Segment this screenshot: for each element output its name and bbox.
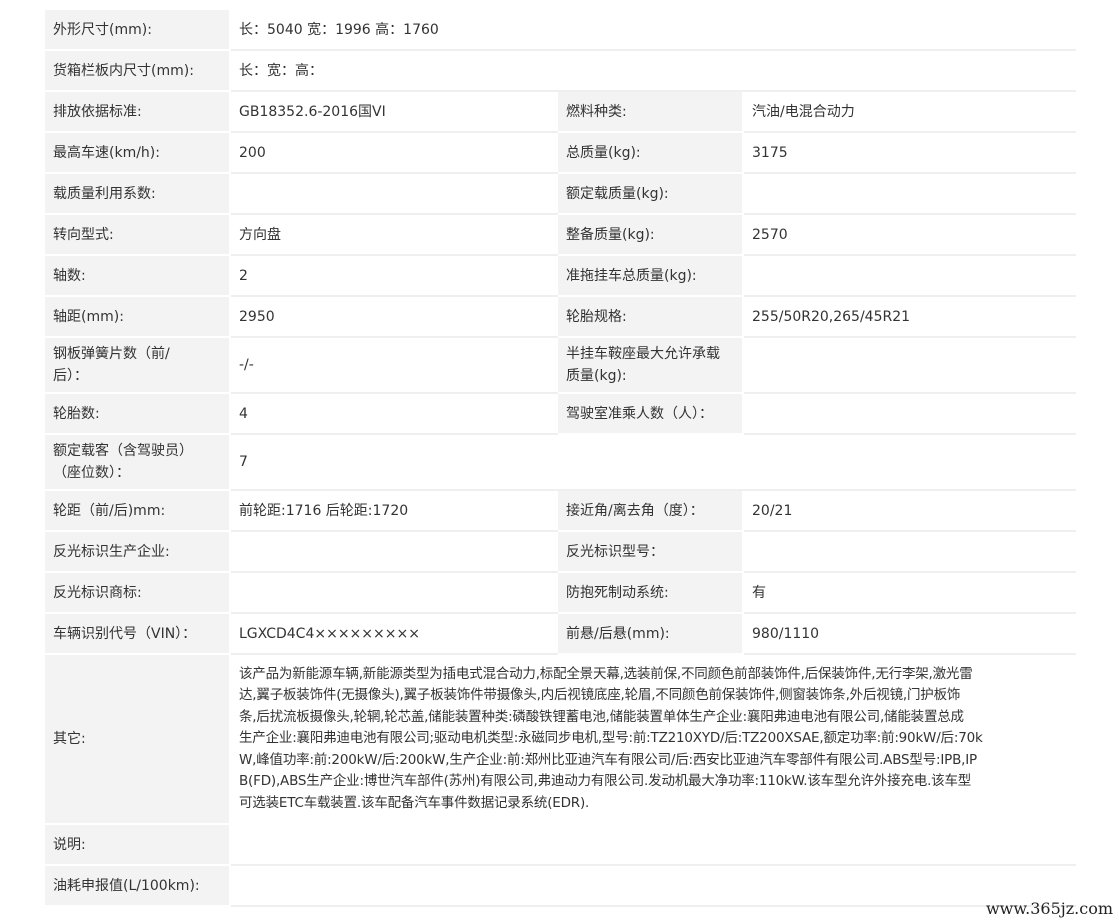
other-line-2: 达,翼子板装饰件(无摄像头),翼子板装饰件带摄像头,内后视镜底座,轮眉,不同颜色… xyxy=(239,687,961,704)
vehicle-spec-table: 外形尺寸(mm): 长：5040 宽：1996 高：1760 货箱栏板内尺寸(m… xyxy=(43,8,1077,907)
label-leaf-spring-line-2: 后）： xyxy=(53,368,88,384)
label-steering: 转向型式: xyxy=(43,213,231,256)
value-overhang: 980/1110 xyxy=(741,612,1077,655)
label-total-mass: 总质量(kg): xyxy=(556,131,744,174)
label-emission: 排放依据标准: xyxy=(43,90,231,133)
value-cargo-box: 长：宽：高： xyxy=(228,49,1077,92)
label-track: 轮距（前/后)mm: xyxy=(43,489,231,532)
label-max-speed: 最高车速(km/h): xyxy=(43,131,231,174)
label-tire-count: 轮胎数: xyxy=(43,392,231,435)
value-vin: LGXCD4C4××××××××× xyxy=(229,612,558,655)
label-saddle-load-line-1: 半挂车鞍座最大允许承载 xyxy=(566,346,720,362)
label-seats-line-2: （座位数）： xyxy=(53,465,130,481)
row-fuel-consumption: 油耗申报值(L/100km): xyxy=(43,864,1077,907)
label-saddle-load: 半挂车鞍座最大允许承载 质量(kg): xyxy=(556,336,744,394)
label-leaf-spring: 钢板弹簧片数（前/ 后）： xyxy=(43,336,231,394)
value-dimensions: 长：5040 宽：1996 高：1760 xyxy=(228,8,1077,51)
value-load-coefficient xyxy=(229,172,558,215)
label-overhang: 前悬/后悬(mm): xyxy=(556,612,744,655)
row-load-coefficient: 载质量利用系数: 额定载质量(kg): xyxy=(43,172,1077,215)
label-reflector-maker: 反光标识生产企业: xyxy=(43,530,231,573)
label-curb-weight: 整备质量(kg): xyxy=(556,213,744,256)
label-reflector-brand: 反光标识商标: xyxy=(43,571,231,614)
row-max-speed: 最高车速(km/h): 200 总质量(kg): 3175 xyxy=(43,131,1077,174)
label-axles: 轴数: xyxy=(43,254,231,297)
label-reflector-model: 反光标识型号： xyxy=(556,530,744,573)
row-axles: 轴数: 2 准拖挂车总质量(kg): xyxy=(43,254,1077,297)
row-other: 其它: 该产品为新能源车辆,新能源类型为插电式混合动力,标配全景天幕,选装前保,… xyxy=(43,653,1077,825)
site-watermark: www.365jz.com xyxy=(985,899,1113,918)
label-seats-line-1: 额定载客（含驾驶员） xyxy=(53,443,193,459)
label-trailer-mass: 准拖挂车总质量(kg): xyxy=(556,254,744,297)
other-line-5: W,峰值功率:前:200kW/后:200kW,生产企业:前:郑州比亚迪汽车有限公… xyxy=(239,751,977,768)
value-fuel-consumption xyxy=(228,864,1077,907)
value-wheelbase: 2950 xyxy=(229,295,558,338)
row-cargo-box: 货箱栏板内尺寸(mm): 长：宽：高： xyxy=(43,49,1077,92)
label-cab-capacity: 驾驶室准乘人数（人）： xyxy=(556,392,744,435)
value-axles: 2 xyxy=(229,254,558,297)
label-rated-load: 额定载质量(kg): xyxy=(556,172,744,215)
row-wheelbase: 轴距(mm): 2950 轮胎规格: 255/50R20,265/45R21 xyxy=(43,295,1077,338)
label-other: 其它: xyxy=(43,653,231,825)
label-note: 说明: xyxy=(43,823,231,866)
value-rated-load xyxy=(741,172,1077,215)
other-line-4: 生产企业:襄阳弗迪电池有限公司;驱动电机类型:永磁同步电机,型号:前:TZ210… xyxy=(239,730,983,747)
value-emission: GB18352.6-2016国VI xyxy=(229,90,558,133)
other-line-7: 可选装ETC车载装置.该车配备汽车事件数据记录系统(EDR). xyxy=(239,794,590,811)
value-curb-weight: 2570 xyxy=(741,213,1077,256)
value-approach-angle: 20/21 xyxy=(741,489,1077,532)
other-line-1: 该产品为新能源车辆,新能源类型为插电式混合动力,标配全景天幕,选装前保,不同颜色… xyxy=(239,665,973,682)
row-emission: 排放依据标准: GB18352.6-2016国VI 燃料种类: 汽油/电混合动力 xyxy=(43,90,1077,133)
label-saddle-load-line-2: 质量(kg): xyxy=(566,368,627,384)
label-leaf-spring-line-1: 钢板弹簧片数（前/ xyxy=(53,346,170,362)
value-abs: 有 xyxy=(741,571,1077,614)
value-tire-spec: 255/50R20,265/45R21 xyxy=(741,295,1077,338)
label-abs: 防抱死制动系统: xyxy=(556,571,744,614)
value-note xyxy=(228,823,1077,866)
value-steering: 方向盘 xyxy=(229,213,558,256)
other-line-3: 条,后扰流板摄像头,轮辋,轮芯盖,储能装置种类:磷酸铁锂蓄电池,储能装置单体生产… xyxy=(239,708,964,725)
row-seats: 额定载客（含驾驶员） （座位数）： 7 xyxy=(43,433,1077,491)
label-cargo-box: 货箱栏板内尺寸(mm): xyxy=(43,49,231,92)
label-dimensions: 外形尺寸(mm): xyxy=(43,8,231,51)
value-tire-count: 4 xyxy=(229,392,558,435)
value-reflector-model xyxy=(741,530,1077,573)
row-dimensions: 外形尺寸(mm): 长：5040 宽：1996 高：1760 xyxy=(43,8,1077,51)
label-fuel-type: 燃料种类: xyxy=(556,90,744,133)
label-wheelbase: 轴距(mm): xyxy=(43,295,231,338)
value-other: 该产品为新能源车辆,新能源类型为插电式混合动力,标配全景天幕,选装前保,不同颜色… xyxy=(228,653,1077,825)
label-tire-spec: 轮胎规格: xyxy=(556,295,744,338)
label-approach-angle: 接近角/离去角（度）： xyxy=(556,489,744,532)
row-tire-count: 轮胎数: 4 驾驶室准乘人数（人）： xyxy=(43,392,1077,435)
row-reflector-brand: 反光标识商标: 防抱死制动系统: 有 xyxy=(43,571,1077,614)
value-reflector-maker xyxy=(229,530,558,573)
row-track: 轮距（前/后)mm: 前轮距:1716 后轮距:1720 接近角/离去角（度）：… xyxy=(43,489,1077,532)
value-leaf-spring: -/- xyxy=(229,336,558,394)
value-track: 前轮距:1716 后轮距:1720 xyxy=(229,489,558,532)
value-seats: 7 xyxy=(228,433,1077,491)
value-max-speed: 200 xyxy=(229,131,558,174)
other-line-6: B(FD),ABS生产企业:博世汽车部件(苏州)有限公司,弗迪动力有限公司.发动… xyxy=(239,773,972,790)
row-leaf-spring: 钢板弹簧片数（前/ 后）： -/- 半挂车鞍座最大允许承载 质量(kg): xyxy=(43,336,1077,394)
label-seats: 额定载客（含驾驶员） （座位数）： xyxy=(43,433,231,491)
row-note: 说明: xyxy=(43,823,1077,866)
row-reflector-maker: 反光标识生产企业: 反光标识型号： xyxy=(43,530,1077,573)
label-vin: 车辆识别代号（VIN）： xyxy=(43,612,231,655)
row-vin: 车辆识别代号（VIN）： LGXCD4C4××××××××× 前悬/后悬(mm)… xyxy=(43,612,1077,655)
value-trailer-mass xyxy=(741,254,1077,297)
label-fuel-consumption: 油耗申报值(L/100km): xyxy=(43,864,231,907)
value-fuel-type: 汽油/电混合动力 xyxy=(741,90,1077,133)
label-load-coefficient: 载质量利用系数: xyxy=(43,172,231,215)
value-cab-capacity xyxy=(741,392,1077,435)
value-total-mass: 3175 xyxy=(741,131,1077,174)
row-steering: 转向型式: 方向盘 整备质量(kg): 2570 xyxy=(43,213,1077,256)
value-saddle-load xyxy=(741,336,1077,394)
value-reflector-brand xyxy=(229,571,558,614)
